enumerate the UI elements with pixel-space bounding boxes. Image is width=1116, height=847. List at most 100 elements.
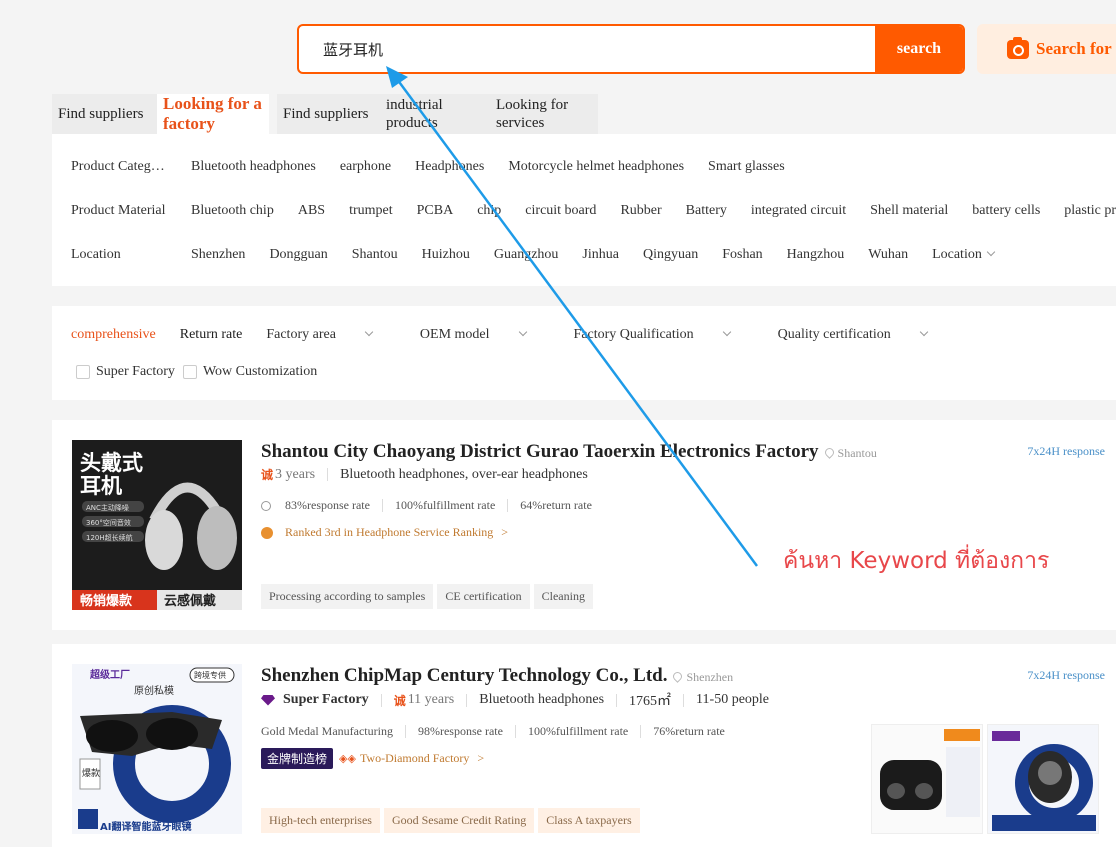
supplier-name[interactable]: Shantou City Chaoyang District Gurao Tao… — [261, 441, 877, 463]
filter-option[interactable]: Smart glasses — [708, 159, 785, 175]
search-input[interactable] — [299, 26, 875, 72]
supplier-card[interactable]: 超级工厂 跨境专供 原创私模 爆款 AI翻译智能蓝牙眼镜 Shenzhen Ch… — [52, 644, 1116, 847]
thumb-bottom-1: 畅销爆款 — [80, 593, 133, 609]
filter-option[interactable]: Shantou — [352, 247, 398, 263]
sort-oem-model-dropdown[interactable]: OEM model — [420, 327, 550, 343]
filter-option[interactable]: plastic pr — [1064, 203, 1116, 219]
filter-option[interactable]: battery cells — [972, 203, 1040, 219]
filter-option[interactable]: Dongguan — [269, 247, 327, 263]
divider — [640, 725, 642, 738]
stat-return-rate: 64%return rate — [520, 498, 592, 512]
location-text: Shenzhen — [686, 670, 734, 684]
super-factory-checkbox[interactable]: Super Factory — [76, 364, 175, 380]
filter-option[interactable]: Huizhou — [422, 247, 470, 263]
thumb-hot-label: 爆款 — [82, 767, 100, 779]
product-thumbnail[interactable]: 超级工厂 跨境专供 原创私模 爆款 AI翻译智能蓝牙眼镜 — [72, 664, 242, 834]
divider — [381, 499, 383, 512]
filter-option[interactable]: Rubber — [620, 203, 661, 219]
tab-looking-for-factory[interactable]: Looking for a factory — [157, 94, 269, 134]
sort-return-rate[interactable]: Return rate — [180, 327, 243, 343]
filter-option[interactable]: Qingyuan — [643, 247, 698, 263]
tab-looking-for-services[interactable]: Looking for services — [490, 94, 598, 134]
tab-label: Looking for services — [496, 97, 569, 131]
supplier-meta: 诚 3 years Bluetooth headphones, over-ear… — [261, 466, 588, 483]
wow-customization-checkbox[interactable]: Wow Customization — [182, 364, 318, 380]
factory-level-link[interactable]: 金牌制造榜 ◈◈ Two-Diamond Factory > — [261, 748, 484, 769]
product-thumbnail[interactable]: 头戴式 耳机 ANC主动降噪 360°空间音效 120H超长续航 畅销爆款 云感… — [72, 440, 242, 610]
filter-label-category: Product Categ… — [71, 159, 165, 174]
tab-label: Looking for a factory — [163, 94, 262, 133]
heart-icon — [261, 500, 271, 511]
sort-row: comprehensive Return rate Factory area O… — [71, 327, 975, 343]
stat-fulfillment-rate: 100%fulfillment rate — [527, 724, 629, 738]
search-button[interactable]: search — [875, 26, 963, 72]
filter-option[interactable]: Foshan — [722, 247, 762, 263]
stat-fulfillment-rate: 100%fulfillment rate — [394, 498, 496, 512]
thumb-bottom-2: 云感佩戴 — [164, 593, 216, 609]
tab-industrial-products[interactable]: industrial products — [380, 94, 490, 134]
super-factory-icon — [261, 694, 275, 706]
filter-option[interactable]: circuit board — [525, 203, 596, 219]
dropdown-label: OEM model — [419, 327, 490, 342]
search-bar: search — [297, 24, 965, 74]
thumb-top-label: 超级工厂 — [89, 668, 130, 681]
filter-option[interactable]: PCBA — [417, 203, 454, 219]
tag: CE certification — [437, 584, 530, 609]
supplier-name[interactable]: Shenzhen ChipMap Century Technology Co.,… — [261, 665, 733, 687]
checkbox-box[interactable] — [76, 365, 90, 379]
ranking-link[interactable]: Ranked 3rd in Headphone Service Ranking … — [261, 525, 508, 540]
filter-option[interactable]: Headphones — [415, 159, 484, 175]
camera-icon — [1007, 36, 1029, 59]
product-image[interactable] — [871, 724, 983, 834]
checkbox-label: Wow Customization — [202, 364, 318, 379]
stat-response-rate: 98%response rate — [417, 724, 503, 738]
chevron-down-icon — [722, 327, 731, 337]
filter-label-location: Location — [71, 247, 121, 262]
filter-option[interactable]: Shell material — [870, 203, 948, 219]
filter-option[interactable]: integrated circuit — [751, 203, 846, 219]
filter-option[interactable]: ABS — [298, 203, 325, 219]
stat-response-rate: 83%response rate — [285, 498, 370, 512]
filter-option[interactable]: Guangzhou — [494, 247, 559, 263]
sort-panel: comprehensive Return rate Factory area O… — [52, 306, 1116, 400]
filter-option[interactable]: Battery — [686, 203, 727, 219]
filter-option[interactable]: chip — [477, 203, 501, 219]
thumb-badge-1: ANC主动降噪 — [86, 503, 129, 512]
divider — [514, 725, 516, 738]
image-search-button[interactable]: Search for — [977, 24, 1116, 74]
filter-option[interactable]: Bluetooth headphones — [191, 159, 316, 175]
sort-quality-certification-dropdown[interactable]: Quality certification — [778, 327, 951, 343]
tab-find-suppliers[interactable]: Find suppliers — [52, 94, 157, 134]
gold-medal-badge: 金牌制造榜 — [261, 748, 334, 769]
chevron-right-icon: > — [501, 525, 509, 539]
divider — [683, 693, 685, 707]
dropdown-label: Factory Qualification — [573, 327, 694, 342]
stat-gold-medal: Gold Medal Manufacturing — [261, 724, 393, 738]
supplier-card[interactable]: 头戴式 耳机 ANC主动降噪 360°空间音效 120H超长续航 畅销爆款 云感… — [52, 420, 1116, 630]
location-more-dropdown[interactable]: Location — [932, 247, 996, 263]
tag: Cleaning — [533, 584, 593, 609]
filter-option[interactable]: trumpet — [349, 203, 393, 219]
product-image[interactable] — [987, 724, 1099, 834]
sort-factory-area-dropdown[interactable]: Factory area — [266, 327, 396, 343]
filter-option[interactable]: Hangzhou — [787, 247, 845, 263]
years-badge-icon: 诚 — [393, 693, 406, 708]
diamond-icon: ◈◈ — [339, 753, 356, 765]
filter-option[interactable]: earphone — [340, 159, 391, 175]
filter-panel: Product Categ… Bluetooth headphones earp… — [52, 134, 1116, 286]
filter-option[interactable]: Jinhua — [582, 247, 619, 263]
supplier-location: Shantou — [822, 446, 877, 460]
tag: High-tech enterprises — [261, 808, 380, 833]
supplier-stats: 83%response rate 100%fulfillment rate 64… — [261, 498, 592, 513]
filter-row-material: Product Material Bluetooth chip ABS trum… — [71, 203, 1116, 219]
sort-comprehensive[interactable]: comprehensive — [71, 327, 156, 343]
tab-find-suppliers-2[interactable]: Find suppliers — [277, 94, 380, 134]
checkbox-box[interactable] — [182, 365, 197, 379]
diamond-level-text: Two-Diamond Factory — [359, 751, 470, 765]
supplier-tags: High-tech enterprises Good Sesame Credit… — [261, 808, 644, 833]
filter-option[interactable]: Wuhan — [868, 247, 908, 263]
filter-option[interactable]: Bluetooth chip — [191, 203, 274, 219]
filter-option[interactable]: Shenzhen — [191, 247, 245, 263]
filter-option[interactable]: Motorcycle helmet headphones — [508, 159, 684, 175]
sort-factory-qualification-dropdown[interactable]: Factory Qualification — [574, 327, 754, 343]
